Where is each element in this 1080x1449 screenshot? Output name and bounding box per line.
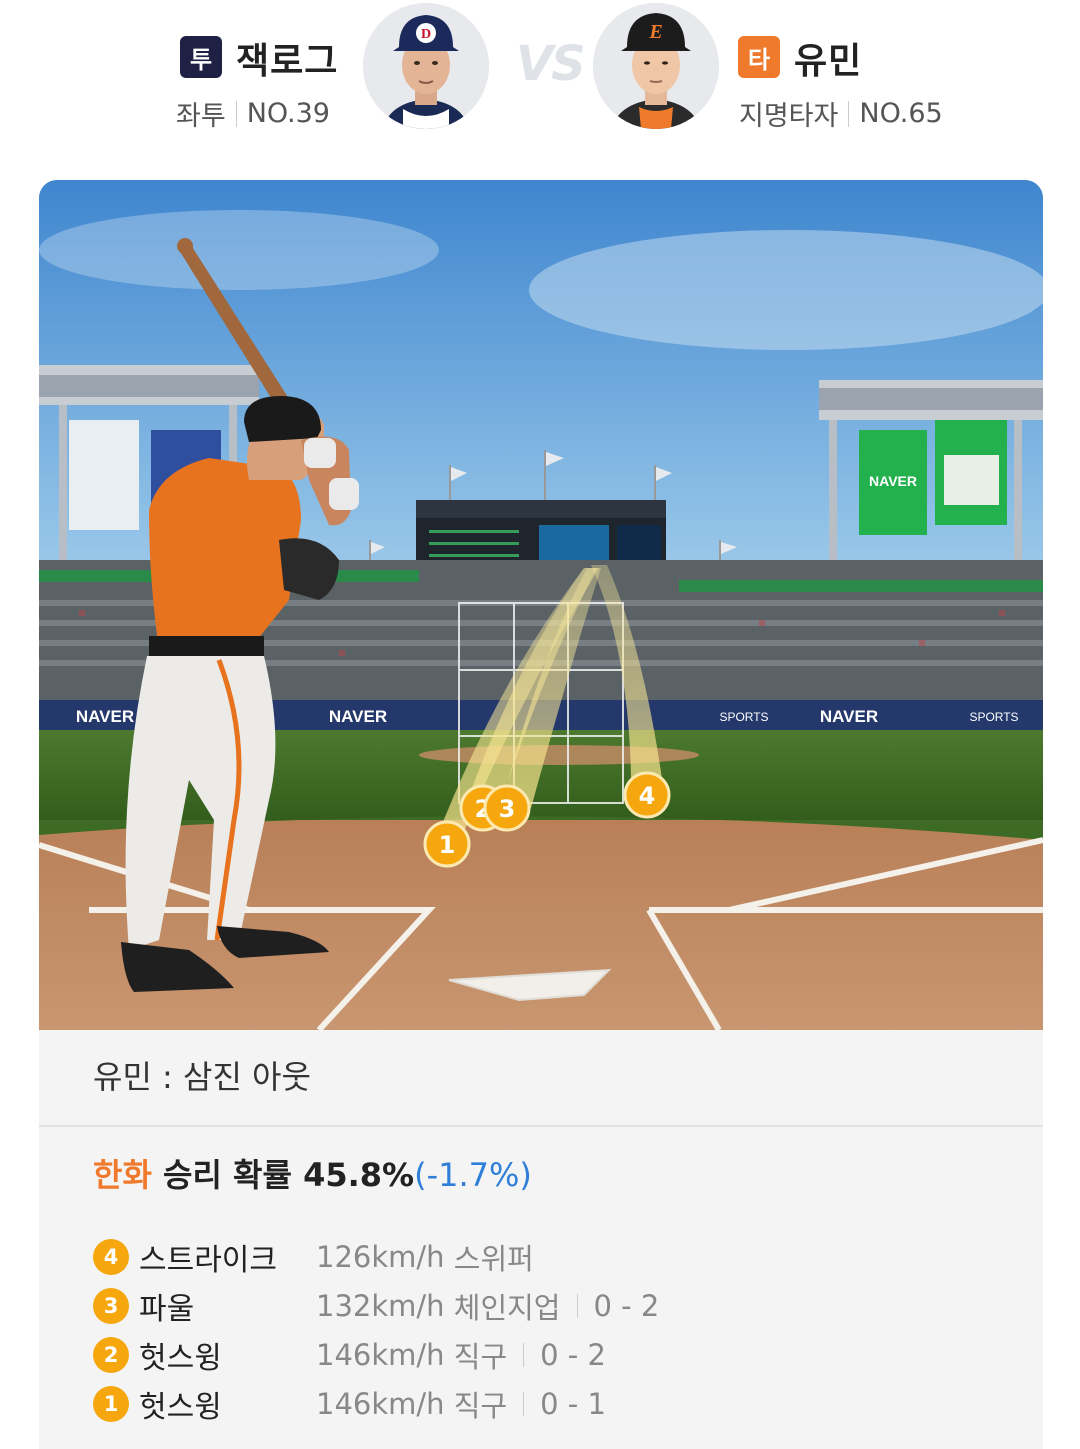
pitcher-throws: 좌투 <box>176 101 226 132</box>
pitch-marker-4[interactable]: 4 <box>623 771 671 819</box>
pitch-type: 스위퍼 <box>453 1242 534 1276</box>
pitch-info: 146km/h 직구 0 - 1 <box>316 1383 606 1425</box>
batter-meta: 지명타자 NO.65 <box>739 94 943 133</box>
pitch-number-badge: 1 <box>93 1386 129 1422</box>
svg-text:4: 4 <box>639 782 656 810</box>
pitch-number-badge: 3 <box>93 1288 129 1324</box>
pitch-row-3: 3 파울 132km/h 체인지업 0 - 2 <box>93 1284 659 1328</box>
pitch-marker-1[interactable]: 1 <box>423 820 471 868</box>
pitch-marker-3[interactable]: 3 <box>483 784 531 832</box>
pitch-info: 132km/h 체인지업 0 - 2 <box>316 1285 659 1327</box>
wall-sports-text-2: SPORTS <box>969 710 1018 724</box>
pitch-row-2: 2 헛스윙 146km/h 직구 0 - 2 <box>93 1333 606 1377</box>
pitch-type: 직구 <box>453 1340 508 1374</box>
win-probability-value: 45.8% <box>303 1156 415 1194</box>
svg-text:3: 3 <box>499 795 516 823</box>
win-probability: 한화 승리 확률 45.8%(-1.7%) <box>93 1150 532 1196</box>
batter-role-badge: 타 <box>738 36 780 78</box>
pitch-result: 파울 <box>139 1292 195 1327</box>
pitcher-avatar[interactable]: D <box>363 3 489 129</box>
pitch-count: 0 - 2 <box>593 1289 660 1323</box>
pitcher-meta: 좌투 NO.39 <box>176 94 330 133</box>
pitch-row-4: 4 스트라이크 126km/h 스위퍼 <box>93 1235 534 1279</box>
svg-text:1: 1 <box>439 831 456 859</box>
svg-text:D: D <box>421 27 431 42</box>
pitcher-name[interactable]: 잭로그 <box>236 32 338 84</box>
matchup-header: 투 잭로그 좌투 NO.39 D VS E 타 유민 지명타자 NO.65 <box>0 0 1080 160</box>
count-separator <box>523 1343 525 1367</box>
batter-avatar[interactable]: E <box>593 3 719 129</box>
meta-separator <box>848 100 850 127</box>
win-probability-label: 승리 확률 <box>151 1156 304 1194</box>
pitch-speed: 146km/h <box>316 1387 445 1421</box>
pitch-tracking-stage: NAVER NAVER NAVER NAVER SPORTS SPORTS 1 … <box>39 180 1043 1030</box>
meta-separator <box>235 100 237 127</box>
pitch-result: 헛스윙 <box>139 1390 222 1425</box>
pitch-result: 스트라이크 <box>139 1243 277 1278</box>
pitch-speed: 146km/h <box>316 1338 445 1372</box>
pitch-number-badge: 4 <box>93 1239 129 1275</box>
pitch-row-1: 1 헛스윙 146km/h 직구 0 - 1 <box>93 1382 606 1426</box>
pitch-type: 체인지업 <box>453 1291 561 1325</box>
wall-naver-text-2: NAVER <box>329 707 387 726</box>
wall-naver-text-3: NAVER <box>820 707 878 726</box>
count-separator <box>523 1392 525 1416</box>
right-tower-naver-text: NAVER <box>869 473 917 489</box>
pitcher-number: NO.39 <box>246 98 330 129</box>
win-probability-change: (-1.7%) <box>414 1156 532 1194</box>
pitch-count: 0 - 2 <box>540 1338 606 1372</box>
svg-text:E: E <box>648 21 662 43</box>
win-probability-team: 한화 <box>93 1156 152 1194</box>
pitch-number-badge: 2 <box>93 1337 129 1373</box>
count-separator <box>576 1294 578 1318</box>
pitch-info: 126km/h 스위퍼 <box>316 1236 534 1278</box>
at-bat-result: 유민 : 삼진 아웃 <box>93 1058 311 1096</box>
pitch-info: 146km/h 직구 0 - 2 <box>316 1334 606 1376</box>
pitch-speed: 132km/h <box>316 1289 445 1323</box>
batter-number: NO.65 <box>859 98 943 129</box>
pitcher-role-badge: 투 <box>180 36 222 78</box>
pitch-speed: 126km/h <box>316 1240 445 1274</box>
pitch-type: 직구 <box>453 1389 508 1423</box>
batter-name[interactable]: 유민 <box>794 32 862 84</box>
pitch-count: 0 - 1 <box>540 1387 606 1421</box>
wall-naver-text-1: NAVER <box>76 707 134 726</box>
vs-label: VS <box>516 36 586 92</box>
pitch-result: 헛스윙 <box>139 1341 222 1376</box>
at-bat-summary-panel: 유민 : 삼진 아웃 한화 승리 확률 45.8%(-1.7%) 4 스트라이크… <box>39 1030 1043 1449</box>
divider <box>39 1125 1043 1127</box>
batter-position: 지명타자 <box>739 101 839 132</box>
wall-sports-text-1: SPORTS <box>719 710 768 724</box>
